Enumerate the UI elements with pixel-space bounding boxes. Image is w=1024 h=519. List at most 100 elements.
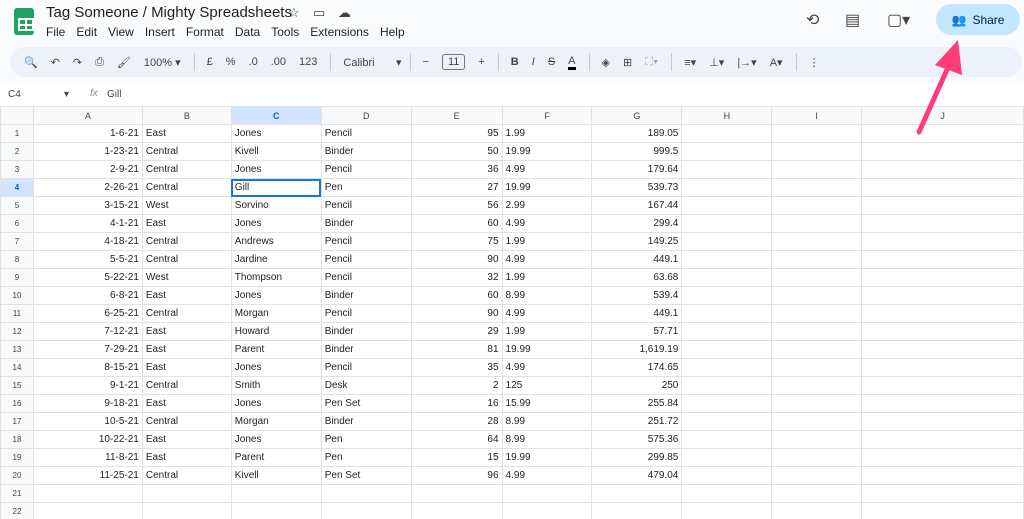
cell-B8[interactable]: Central	[141, 250, 232, 269]
cell-F16[interactable]: 15.99	[501, 394, 593, 413]
cell-F4[interactable]: 19.99	[501, 178, 593, 197]
cell-H19[interactable]	[681, 448, 773, 467]
cell-J7[interactable]	[861, 232, 1024, 251]
cell-C9[interactable]: Thompson	[230, 268, 322, 287]
cell-D12[interactable]: Binder	[320, 322, 412, 341]
cell-F17[interactable]: 8.99	[501, 412, 593, 431]
cell-B18[interactable]: East	[141, 430, 232, 449]
cell-A2[interactable]: 1-23-21	[32, 142, 143, 161]
cell-J18[interactable]	[861, 430, 1024, 449]
cell-E21[interactable]	[410, 484, 503, 503]
cell-I1[interactable]	[771, 124, 863, 143]
cell-A6[interactable]: 4-1-21	[32, 214, 143, 233]
cell-D15[interactable]: Desk	[320, 376, 412, 395]
cell-D17[interactable]: Binder	[320, 412, 412, 431]
share-button[interactable]: 👥 Share	[936, 4, 1020, 35]
cell-C7[interactable]: Andrews	[230, 232, 322, 251]
cell-F2[interactable]: 19.99	[501, 142, 593, 161]
cell-E1[interactable]: 95	[410, 124, 503, 143]
cell-C11[interactable]: Morgan	[230, 304, 322, 323]
cell-C18[interactable]: Jones	[230, 430, 322, 449]
cell-E20[interactable]: 96	[410, 466, 503, 485]
cell-G21[interactable]	[591, 484, 683, 503]
column-header-I[interactable]: I	[771, 106, 863, 125]
cell-I13[interactable]	[771, 340, 863, 359]
column-header-E[interactable]: E	[410, 106, 503, 125]
cell-F6[interactable]: 4.99	[501, 214, 593, 233]
cell-D8[interactable]: Pencil	[320, 250, 412, 269]
column-header-G[interactable]: G	[591, 106, 683, 125]
cell-E2[interactable]: 50	[410, 142, 503, 161]
column-header-H[interactable]: H	[681, 106, 773, 125]
font-size-input[interactable]: 11	[441, 54, 466, 70]
cell-J12[interactable]	[861, 322, 1024, 341]
cell-F9[interactable]: 1.99	[501, 268, 593, 287]
cell-B13[interactable]: East	[141, 340, 232, 359]
cell-F20[interactable]: 4.99	[501, 466, 593, 485]
cell-A21[interactable]	[32, 484, 143, 503]
cell-G13[interactable]: 1,619.19	[591, 340, 683, 359]
cell-E6[interactable]: 60	[410, 214, 503, 233]
row-header[interactable]: 8	[0, 250, 34, 269]
select-all[interactable]	[0, 106, 34, 125]
cell-B10[interactable]: East	[141, 286, 232, 305]
cell-B6[interactable]: East	[141, 214, 232, 233]
column-header-A[interactable]: A	[32, 106, 143, 125]
cell-A14[interactable]: 8-15-21	[32, 358, 143, 377]
cell-C10[interactable]: Jones	[230, 286, 322, 305]
cell-I7[interactable]	[771, 232, 863, 251]
cell-D13[interactable]: Binder	[320, 340, 412, 359]
cell-D2[interactable]: Binder	[320, 142, 412, 161]
cell-C17[interactable]: Morgan	[230, 412, 322, 431]
more-options-icon[interactable]: ⋮	[809, 56, 820, 69]
column-header-D[interactable]: D	[320, 106, 412, 125]
cell-G11[interactable]: 449.1	[591, 304, 683, 323]
cell-A10[interactable]: 6-8-21	[32, 286, 143, 305]
cell-I5[interactable]	[771, 196, 863, 215]
cell-E8[interactable]: 90	[410, 250, 503, 269]
cell-B17[interactable]: Central	[141, 412, 232, 431]
cell-D20[interactable]: Pen Set	[320, 466, 412, 485]
row-header[interactable]: 14	[0, 358, 34, 377]
cell-I21[interactable]	[771, 484, 863, 503]
cell-H8[interactable]	[681, 250, 773, 269]
cell-A15[interactable]: 9-1-21	[32, 376, 143, 395]
cell-G1[interactable]: 189.05	[591, 124, 683, 143]
cell-H4[interactable]	[681, 178, 773, 197]
cell-C5[interactable]: Sorvino	[230, 196, 322, 215]
row-header[interactable]: 16	[0, 394, 34, 413]
cell-I22[interactable]	[771, 502, 863, 519]
cell-B22[interactable]	[141, 502, 232, 519]
cell-E3[interactable]: 36	[410, 160, 503, 179]
cell-G17[interactable]: 251.72	[591, 412, 683, 431]
cell-E5[interactable]: 56	[410, 196, 503, 215]
cell-D22[interactable]	[320, 502, 412, 519]
menu-view[interactable]: View	[108, 25, 134, 39]
cell-A20[interactable]: 11-25-21	[32, 466, 143, 485]
cell-I9[interactable]	[771, 268, 863, 287]
percent-button[interactable]: %	[226, 56, 236, 68]
cell-D19[interactable]: Pen	[320, 448, 412, 467]
number-format-button[interactable]: 123	[299, 56, 317, 68]
cell-E4[interactable]: 27	[410, 178, 503, 197]
align-left-icon[interactable]: ≡▾	[684, 56, 696, 69]
row-header[interactable]: 21	[0, 484, 34, 503]
cell-A13[interactable]: 7-29-21	[32, 340, 143, 359]
cell-D5[interactable]: Pencil	[320, 196, 412, 215]
menu-file[interactable]: File	[46, 25, 65, 39]
cell-B1[interactable]: East	[141, 124, 232, 143]
cell-C6[interactable]: Jones	[230, 214, 322, 233]
cell-G8[interactable]: 449.1	[591, 250, 683, 269]
version-history-icon[interactable]: ⟲	[806, 10, 819, 30]
cell-J15[interactable]	[861, 376, 1024, 395]
cell-A9[interactable]: 5-22-21	[32, 268, 143, 287]
undo-icon[interactable]: ↶	[51, 56, 60, 69]
cell-C13[interactable]: Parent	[230, 340, 322, 359]
cell-D10[interactable]: Binder	[320, 286, 412, 305]
comments-icon[interactable]: ▤	[845, 10, 860, 30]
row-header[interactable]: 19	[0, 448, 34, 467]
cell-J2[interactable]	[861, 142, 1024, 161]
cell-F21[interactable]	[501, 484, 593, 503]
cell-D14[interactable]: Pencil	[320, 358, 412, 377]
cell-I6[interactable]	[771, 214, 863, 233]
